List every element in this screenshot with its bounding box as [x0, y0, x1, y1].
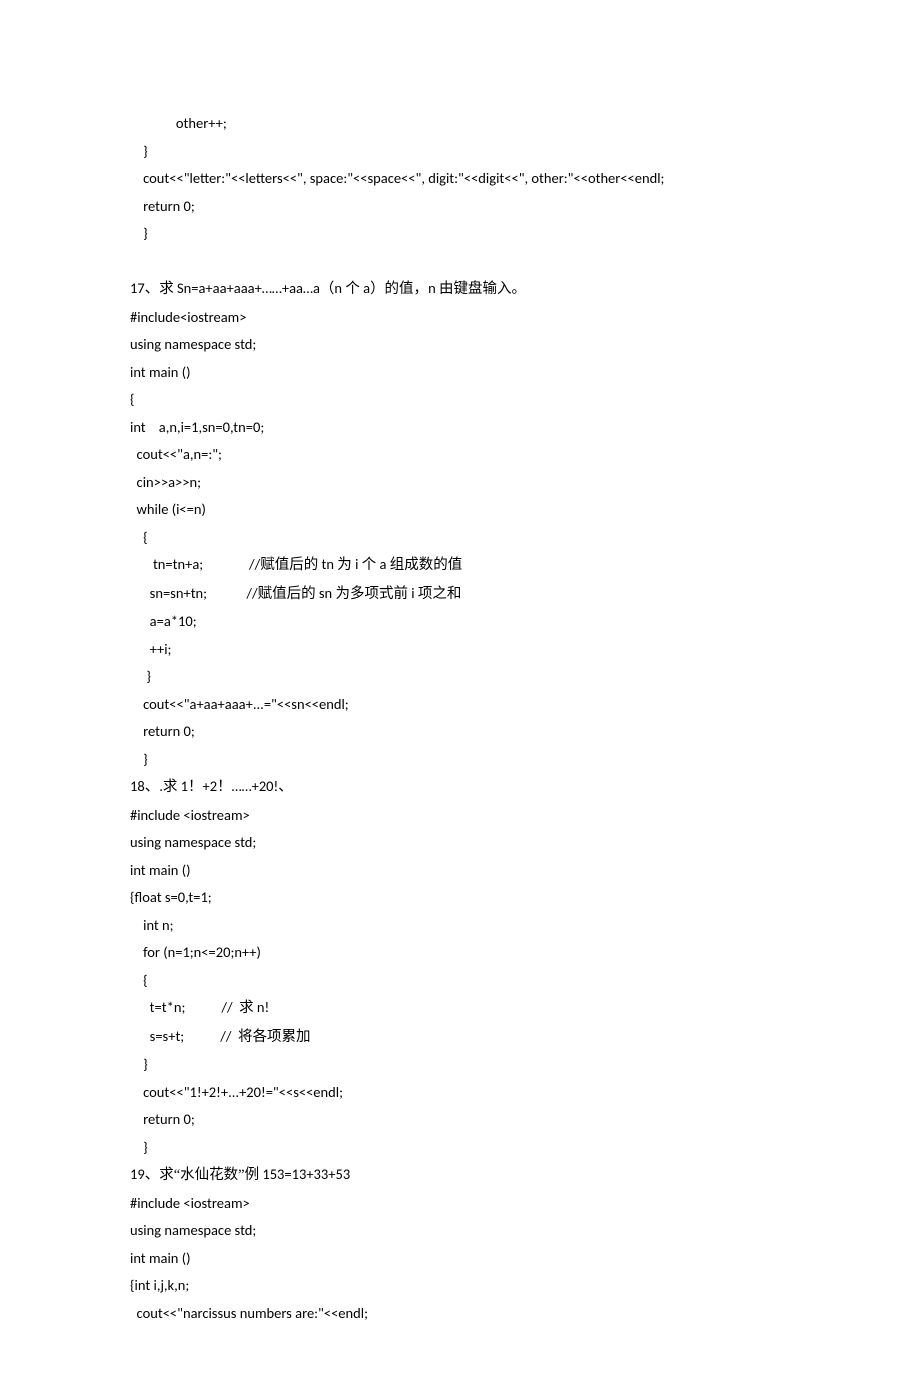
code-line: { — [130, 386, 790, 414]
code-line: int a,n,i=1,sn=0,tn=0; — [130, 414, 790, 442]
code-line: other++; — [130, 110, 790, 138]
code-line: using namespace std; — [130, 331, 790, 359]
code-line: int main () — [130, 1245, 790, 1273]
code-line: for (n=1;n<=20;n++) — [130, 939, 790, 967]
code-line: } — [130, 138, 790, 166]
document-page: other++; } cout<<"letter:"<<letters<<", … — [0, 0, 920, 1387]
code-line: #include <iostream> — [130, 1190, 790, 1218]
code-line: } — [130, 1134, 790, 1162]
code-line: 19、求“水仙花数”例 153=13+33+53 — [130, 1161, 790, 1190]
code-line: int main () — [130, 359, 790, 387]
code-line: {int i,j,k,n; — [130, 1272, 790, 1300]
code-line: t=t*n; // 求 n! — [130, 994, 790, 1023]
code-line: ++i; — [130, 636, 790, 664]
code-line: int n; — [130, 912, 790, 940]
code-line: } — [130, 220, 790, 248]
code-line: { — [130, 524, 790, 552]
code-line: a=a*10; — [130, 608, 790, 636]
code-line: {float s=0,t=1; — [130, 884, 790, 912]
code-line: cout<<"1!+2!+...+20!="<<s<<endl; — [130, 1079, 790, 1107]
code-line: cout<<"a,n=:"; — [130, 441, 790, 469]
code-line: } — [130, 1051, 790, 1079]
code-line: #include <iostream> — [130, 802, 790, 830]
code-line: cout<<"letter:"<<letters<<", space:"<<sp… — [130, 165, 790, 193]
code-line: #include<iostream> — [130, 304, 790, 332]
code-line: using namespace std; — [130, 1217, 790, 1245]
code-line: s=s+t; // 将各项累加 — [130, 1023, 790, 1052]
code-line — [130, 248, 790, 276]
code-line: using namespace std; — [130, 829, 790, 857]
code-line: while (i<=n) — [130, 496, 790, 524]
code-line: { — [130, 967, 790, 995]
code-line: sn=sn+tn; //赋值后的 sn 为多项式前 i 项之和 — [130, 580, 790, 609]
code-line: cout<<"narcissus numbers are:"<<endl; — [130, 1300, 790, 1328]
code-line: tn=tn+a; //赋值后的 tn 为 i 个 a 组成数的值 — [130, 551, 790, 580]
code-line: cin>>a>>n; — [130, 469, 790, 497]
code-line: return 0; — [130, 718, 790, 746]
code-line: } — [130, 663, 790, 691]
code-line: return 0; — [130, 1106, 790, 1134]
code-line: return 0; — [130, 193, 790, 221]
code-line: 17、求 Sn=a+aa+aaa+……+aa…a（n 个 a）的值，n 由键盘输… — [130, 275, 790, 304]
code-line: } — [130, 746, 790, 774]
code-line: cout<<"a+aa+aaa+...="<<sn<<endl; — [130, 691, 790, 719]
code-line: 18、.求 1！+2！……+20!、 — [130, 773, 790, 802]
code-line: int main () — [130, 857, 790, 885]
